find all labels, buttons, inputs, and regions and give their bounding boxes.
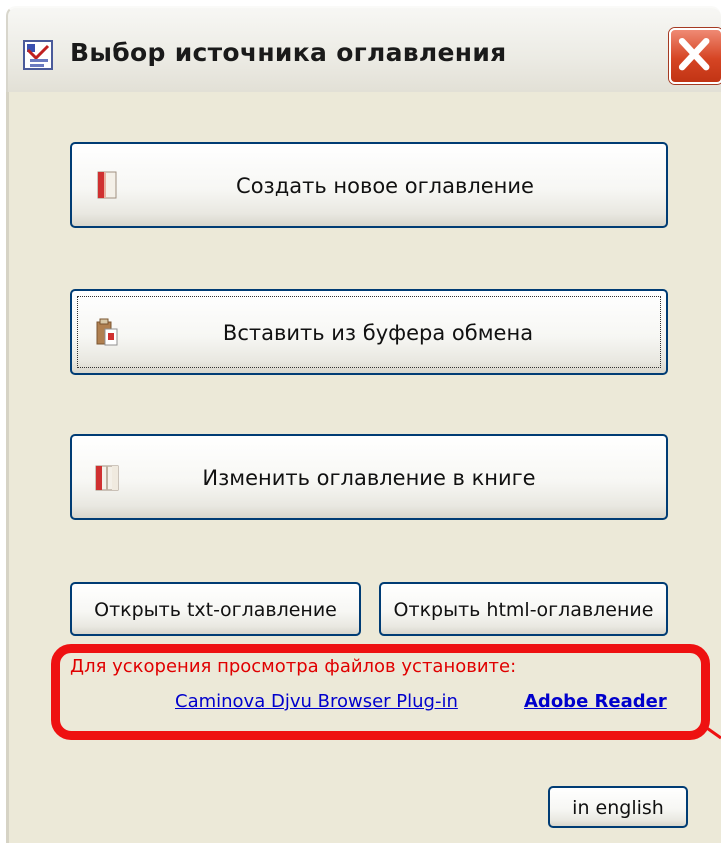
open-html-toc-button[interactable]: Открыть html-оглавление <box>379 582 668 636</box>
paste-toc-button[interactable]: Вставить из буфера обмена <box>70 289 668 375</box>
in-english-label: in english <box>572 797 664 819</box>
open-html-toc-label: Открыть html-оглавление <box>393 599 654 621</box>
create-toc-label: Создать новое оглавление <box>236 174 534 198</box>
window-title: Выбор источника оглавления <box>70 38 507 67</box>
title-bar[interactable]: Выбор источника оглавления <box>6 6 721 92</box>
close-icon <box>678 37 710 71</box>
paste-toc-label: Вставить из буфера обмена <box>222 321 534 345</box>
close-button[interactable] <box>669 28 721 84</box>
in-english-button[interactable]: in english <box>548 786 688 828</box>
create-toc-button[interactable]: Создать новое оглавление <box>70 142 668 228</box>
open-txt-toc-button[interactable]: Открыть txt-оглавление <box>70 582 361 636</box>
toc-book-icon <box>23 40 53 70</box>
caminova-plugin-link[interactable]: Caminova Djvu Browser Plug-in <box>175 691 458 712</box>
edit-toc-button[interactable]: Изменить оглавление в книге <box>70 434 668 520</box>
speedup-notice: Для ускорения просмотра файлов установит… <box>70 656 517 677</box>
edit-toc-label: Изменить оглавление в книге <box>202 466 536 490</box>
dialog-window: Выбор источника оглавления Создать новое… <box>0 0 721 843</box>
adobe-reader-link[interactable]: Adobe Reader <box>524 691 667 712</box>
open-txt-toc-label: Открыть txt-оглавление <box>94 599 337 621</box>
